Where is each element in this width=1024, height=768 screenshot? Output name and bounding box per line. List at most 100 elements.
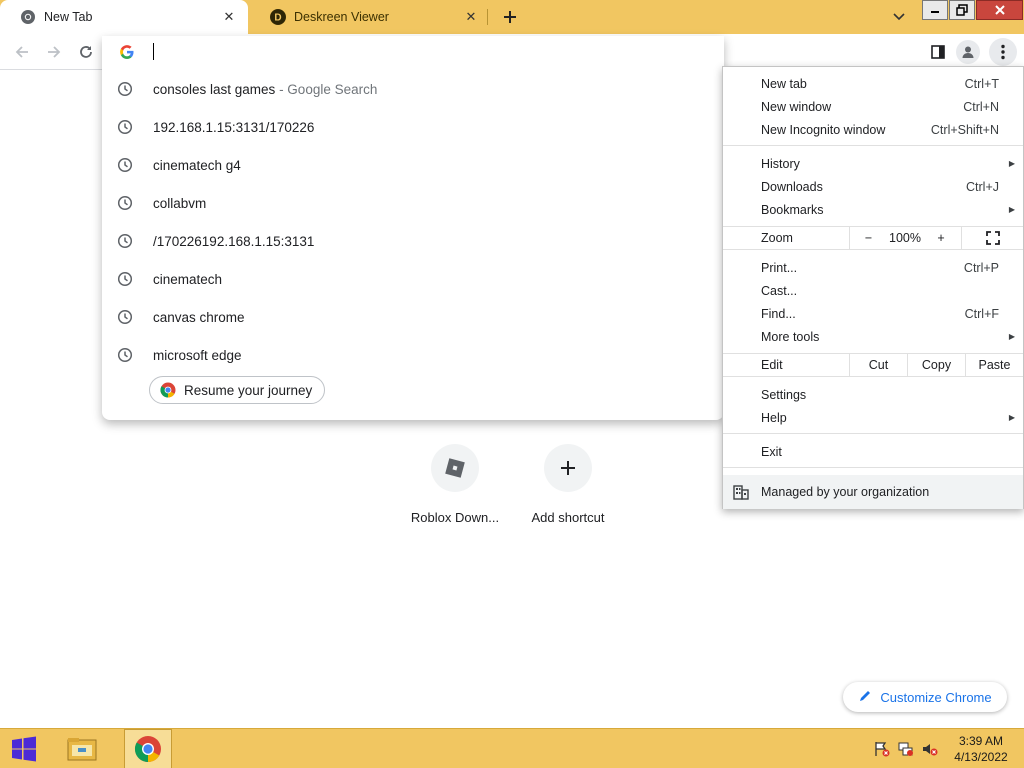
profile-avatar-icon[interactable] — [956, 40, 980, 64]
chrome-menu-kebab-icon[interactable] — [989, 38, 1017, 66]
resume-journey-chip[interactable]: Resume your journey — [149, 376, 326, 404]
paste-button[interactable]: Paste — [965, 354, 1023, 376]
suggestion-text: consoles last games - Google Search — [153, 81, 378, 97]
minimize-window-button[interactable] — [922, 0, 948, 20]
restore-window-button[interactable] — [949, 0, 975, 20]
zoom-plus-label: + — [937, 231, 945, 245]
menu-item-new-incognito[interactable]: New Incognito window Ctrl+Shift+N — [723, 118, 1023, 141]
history-clock-icon — [117, 195, 133, 211]
tab-new-tab[interactable]: New Tab ✕ — [0, 0, 248, 34]
menu-item-more-tools[interactable]: More tools ▶ — [723, 325, 1023, 348]
side-panel-icon[interactable] — [926, 40, 950, 64]
menu-label: Exit — [761, 444, 782, 459]
menu-item-find[interactable]: Find... Ctrl+F — [723, 302, 1023, 325]
tab-title: Deskreen Viewer — [294, 10, 389, 24]
cut-button[interactable]: Cut — [849, 354, 907, 376]
resume-journey-label: Resume your journey — [184, 382, 313, 398]
menu-item-print[interactable]: Print... Ctrl+P — [723, 256, 1023, 279]
suggestion-text: cinematech g4 — [153, 157, 241, 173]
suggestion-text: 192.168.1.15:3131/170226 — [153, 119, 315, 135]
omnibox[interactable] — [102, 36, 724, 68]
tab-title: New Tab — [44, 10, 93, 24]
menu-item-cast[interactable]: Cast... — [723, 279, 1023, 302]
menu-item-help[interactable]: Help ▶ — [723, 406, 1023, 429]
customize-chrome-button[interactable]: Customize Chrome — [843, 682, 1007, 712]
menu-label: Downloads — [761, 179, 823, 194]
forward-arrow-icon[interactable] — [42, 40, 66, 64]
suggestion-text: collabvm — [153, 195, 207, 211]
back-arrow-icon[interactable] — [10, 40, 34, 64]
omnibox-input[interactable] — [152, 40, 692, 64]
menu-item-managed[interactable]: Managed by your organization — [723, 475, 1023, 509]
menu-item-exit[interactable]: Exit — [723, 440, 1023, 463]
suggestion-row[interactable]: canvas chrome — [102, 298, 724, 336]
pencil-icon — [858, 689, 872, 706]
plus-icon — [544, 444, 592, 492]
menu-label: Zoom — [761, 231, 793, 245]
copy-button[interactable]: Copy — [907, 354, 965, 376]
menu-label: Edit — [761, 358, 783, 372]
close-window-button[interactable] — [976, 0, 1023, 20]
suggestion-row[interactable]: 192.168.1.15:3131/170226 — [102, 108, 724, 146]
menu-item-history[interactable]: History ▶ — [723, 152, 1023, 175]
tab-close-icon[interactable]: ✕ — [220, 8, 238, 26]
menu-label: Cast... — [761, 283, 798, 298]
menu-label: Managed by your organization — [761, 485, 930, 499]
file-explorer-icon[interactable] — [58, 729, 106, 768]
menu-item-downloads[interactable]: Downloads Ctrl+J — [723, 175, 1023, 198]
shortcut-add[interactable]: Add shortcut — [513, 444, 623, 525]
volume-muted-icon[interactable] — [922, 741, 938, 757]
paste-label: Paste — [978, 358, 1011, 372]
shortcut-roblox[interactable]: Roblox Down... — [400, 444, 510, 525]
tab-close-icon[interactable]: ✕ — [462, 8, 480, 26]
reload-icon[interactable] — [74, 40, 98, 64]
suggestion-text: microsoft edge — [153, 347, 242, 363]
menu-label: New tab — [761, 76, 807, 91]
history-clock-icon — [117, 81, 133, 97]
tab-divider — [487, 9, 488, 25]
shortcut-label: Roblox Down... — [410, 510, 500, 525]
suggestion-row[interactable]: /170226192.168.1.15:3131 — [102, 222, 724, 260]
zoom-out-button[interactable]: − — [849, 227, 887, 249]
customize-label: Customize Chrome — [880, 689, 992, 705]
menu-label: Settings — [761, 387, 807, 402]
fullscreen-icon[interactable] — [961, 227, 1023, 249]
cut-label: Cut — [868, 358, 889, 372]
menu-item-new-tab[interactable]: New tab Ctrl+T — [723, 72, 1023, 95]
history-clock-icon — [117, 119, 133, 135]
suggestion-row[interactable]: collabvm — [102, 184, 724, 222]
flag-warning-icon[interactable] — [874, 741, 890, 757]
network-icon[interactable] — [898, 741, 914, 757]
tab-deskreen-viewer[interactable]: D Deskreen Viewer ✕ — [250, 0, 490, 34]
zoom-in-button[interactable]: + — [923, 227, 959, 249]
menu-separator — [723, 433, 1023, 434]
suggestion-row[interactable]: cinematech g4 — [102, 146, 724, 184]
menu-item-bookmarks[interactable]: Bookmarks ▶ — [723, 198, 1023, 221]
menu-shortcut: Ctrl+F — [964, 306, 999, 321]
windows-start-icon[interactable] — [0, 729, 48, 768]
history-clock-icon — [117, 157, 133, 173]
menu-shortcut: Ctrl+N — [963, 99, 999, 114]
omnibox-suggestions-popup: consoles last games - Google Search 192.… — [102, 36, 724, 420]
clock-date: 4/13/2022 — [954, 750, 1008, 764]
system-clock[interactable]: 3:39 AM 4/13/2022 — [948, 733, 1014, 765]
menu-item-new-window[interactable]: New window Ctrl+N — [723, 95, 1023, 118]
suggestion-row[interactable]: cinematech — [102, 260, 724, 298]
menu-item-settings[interactable]: Settings — [723, 383, 1023, 406]
menu-label: History — [761, 156, 800, 171]
new-tab-plus-icon[interactable] — [498, 5, 522, 29]
menu-shortcut: Ctrl+P — [963, 260, 999, 275]
suggestion-row[interactable]: microsoft edge — [102, 336, 724, 374]
clock-time: 3:39 AM — [958, 734, 1004, 748]
tab-search-chevron-icon[interactable] — [888, 6, 910, 28]
suggestion-row[interactable]: consoles last games - Google Search — [102, 70, 724, 108]
submenu-arrow-icon: ▶ — [1008, 413, 1015, 422]
chrome-icon — [20, 9, 36, 25]
chrome-taskbar-icon[interactable] — [124, 729, 172, 768]
menu-label: New window — [761, 99, 832, 114]
zoom-minus-label: − — [864, 231, 873, 245]
text-caret — [153, 43, 154, 60]
copy-label: Copy — [921, 358, 952, 372]
menu-shortcut: Ctrl+T — [964, 76, 999, 91]
svg-text:D: D — [274, 13, 281, 24]
